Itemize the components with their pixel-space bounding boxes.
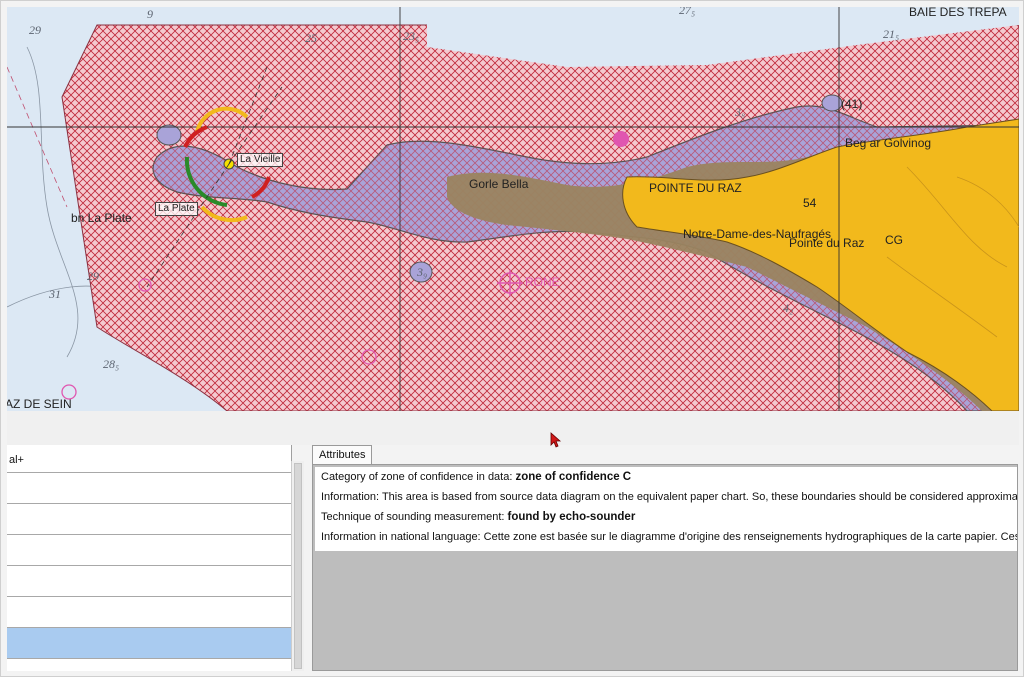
depth-sounding: 29 — [29, 23, 41, 37]
depth-sounding: 3₉ — [417, 265, 428, 279]
mouse-cursor-icon — [550, 432, 562, 448]
attributes-list: Category of zone of confidence in data: … — [315, 467, 1017, 551]
attribute-row[interactable]: Category of zone of confidence in data: … — [315, 467, 1017, 487]
label-pointe-du-raz-caps: POINTE DU RAZ — [649, 181, 742, 195]
list-item[interactable]: al+ — [7, 445, 291, 473]
attribute-row[interactable]: Information: This area is based from sou… — [315, 487, 1017, 507]
label-cg: CG — [885, 233, 903, 247]
list-item-selected[interactable] — [7, 628, 291, 659]
list-item[interactable] — [7, 597, 291, 628]
attribute-key: Technique of sounding measurement: — [321, 511, 508, 523]
depth-sounding: 9 — [147, 7, 153, 21]
label-41: (41) — [841, 97, 863, 111]
attribute-row[interactable]: Information in national language: Cette … — [315, 527, 1017, 547]
label-raz-de-sein: AZ DE SEIN — [7, 397, 72, 411]
tab-attributes[interactable]: Attributes — [312, 445, 373, 465]
list-item[interactable] — [7, 566, 291, 597]
panel-splitter[interactable] — [7, 411, 1019, 445]
depth-sounding: 21₅ — [883, 27, 900, 41]
attributes-panel: Attributes Category of zone of confidenc… — [311, 445, 1019, 671]
depth-sounding: 3₈ — [735, 105, 746, 119]
depth-sounding: 25 — [305, 31, 317, 45]
label-rond: RONE — [525, 275, 560, 289]
application-window: BAIE DES TREPA AZ DE SEIN POINTE DU RAZ … — [0, 0, 1024, 677]
attributes-body: Category of zone of confidence in data: … — [312, 464, 1018, 671]
list-item[interactable] — [7, 535, 291, 566]
depth-sounding: 23₅ — [403, 29, 420, 43]
depth-sounding: 4₂ — [783, 301, 794, 315]
vertical-scrollbar[interactable] — [291, 461, 304, 671]
label-la-plate-box: La Plate — [155, 202, 198, 216]
feature-list-panel: al+ — [7, 445, 292, 671]
list-item[interactable] — [7, 504, 291, 535]
attribute-value: found by echo-sounder — [507, 511, 636, 523]
attribute-row[interactable]: Technique of sounding measurement: found… — [315, 507, 1017, 527]
depth-sounding: 28₅ — [103, 357, 120, 371]
depth-sounding: 27₅ — [679, 7, 696, 17]
depth-sounding: 29 — [87, 269, 99, 283]
attribute-key: Information: This area is based from sou… — [321, 491, 1017, 503]
scrollbar-thumb[interactable] — [294, 463, 302, 669]
label-la-vieille: La Vieille — [237, 153, 284, 167]
label-baie-des-trepasses: BAIE DES TREPA — [909, 7, 1007, 19]
label-54: 54 — [803, 196, 817, 210]
attribute-key: Category of zone of confidence in data: — [321, 471, 516, 483]
label-beg-ar-golvinog: Beg ar Golvinog — [845, 136, 932, 150]
label-la-plate: bn La Plate — [71, 211, 132, 225]
label-gorle-bella: Gorle Bella — [469, 177, 529, 191]
depth-sounding: 31 — [49, 287, 61, 301]
list-item[interactable] — [7, 473, 291, 504]
nautical-chart-map[interactable]: BAIE DES TREPA AZ DE SEIN POINTE DU RAZ … — [7, 7, 1019, 411]
attribute-value: zone of confidence C — [515, 471, 632, 483]
attribute-key: Information in national language: Cette … — [321, 531, 1017, 543]
label-notre-dame: Notre-Dame-des-Naufragés — [683, 227, 832, 241]
